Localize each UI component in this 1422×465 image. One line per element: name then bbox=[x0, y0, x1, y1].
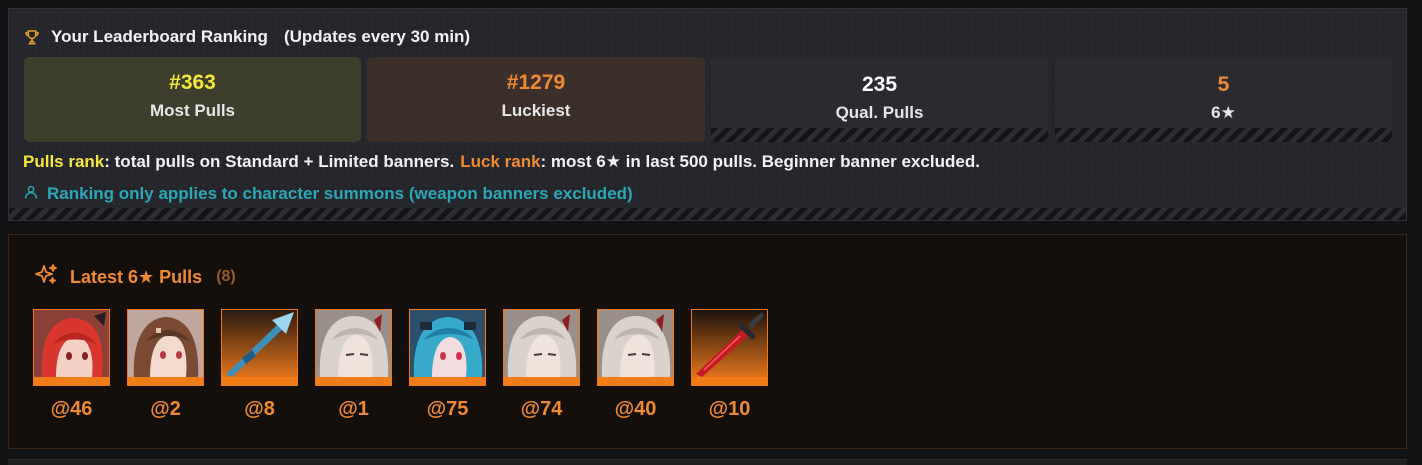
pull-item[interactable]: @75 bbox=[409, 309, 486, 421]
pull-number: @74 bbox=[520, 398, 563, 420]
leaderboard-ranking-panel: Your Leaderboard Ranking (Updates every … bbox=[8, 8, 1407, 221]
luckiest-rank-value: #1279 bbox=[506, 71, 566, 94]
silver-haired-character-portrait[interactable] bbox=[315, 309, 392, 386]
ranking-scope-note: Ranking only applies to character summon… bbox=[23, 183, 633, 205]
pull-number: @8 bbox=[244, 398, 275, 420]
luckiest-rank-card: #1279 Luckiest bbox=[367, 57, 705, 142]
brown-haired-character-portrait[interactable] bbox=[127, 309, 204, 386]
rarity-bar bbox=[222, 377, 297, 385]
pull-item[interactable]: @1 bbox=[315, 309, 392, 421]
ranking-scope-text: Ranking only applies to character summon… bbox=[47, 184, 633, 203]
most-pulls-rank-value: #363 bbox=[169, 71, 216, 94]
card-hatch-decoration bbox=[1055, 128, 1392, 142]
panel-hatch-decoration bbox=[9, 208, 1406, 220]
pull-item[interactable]: @40 bbox=[597, 309, 674, 421]
rarity-bar bbox=[34, 377, 109, 385]
most-pulls-rank-label: Most Pulls bbox=[149, 101, 235, 120]
ranking-title: Your Leaderboard Ranking bbox=[51, 27, 268, 46]
rarity-bar bbox=[598, 377, 673, 385]
pull-item[interactable]: @8 bbox=[221, 309, 298, 421]
latest-pulls-title: Latest 6★ Pulls bbox=[70, 266, 203, 287]
pull-item[interactable]: @2 bbox=[127, 309, 204, 421]
ranking-update-interval: (Updates every 30 min) bbox=[283, 27, 471, 46]
qualified-pulls-value: 235 bbox=[861, 73, 898, 96]
teal-haired-character-portrait[interactable] bbox=[409, 309, 486, 386]
rarity-bar bbox=[128, 377, 203, 385]
sparkles-icon bbox=[34, 263, 58, 292]
pull-number: @2 bbox=[150, 398, 181, 420]
rarity-bar bbox=[410, 377, 485, 385]
pull-number: @46 bbox=[50, 398, 93, 420]
pulls-rank-text: : total pulls on Standard + Limited bann… bbox=[104, 152, 455, 171]
silver-haired-character-portrait[interactable] bbox=[597, 309, 674, 386]
next-section-edge bbox=[8, 459, 1407, 465]
pull-number: @40 bbox=[614, 398, 657, 420]
latest-pulls-panel: Latest 6★ Pulls (8) @46 @2 @8 @1 @75 @74… bbox=[8, 234, 1407, 449]
pull-number: @1 bbox=[338, 398, 369, 420]
rarity-bar bbox=[692, 377, 767, 385]
crimson-sword-weapon[interactable] bbox=[691, 309, 768, 386]
pull-item[interactable]: @74 bbox=[503, 309, 580, 421]
pull-number: @10 bbox=[708, 398, 751, 420]
user-icon bbox=[23, 184, 39, 205]
most-pulls-rank-card: #363 Most Pulls bbox=[24, 57, 361, 142]
qualified-pulls-label: Qual. Pulls bbox=[835, 103, 924, 122]
luckiest-rank-label: Luckiest bbox=[501, 101, 571, 120]
qualified-pulls-card: 235 Qual. Pulls bbox=[711, 57, 1048, 142]
card-hatch-decoration bbox=[711, 128, 1048, 142]
pull-number: @75 bbox=[426, 398, 469, 420]
six-star-count-card: 5 6★ bbox=[1055, 57, 1392, 142]
pull-item[interactable]: @10 bbox=[691, 309, 768, 421]
ranking-description: Pulls rank: total pulls on Standard + Li… bbox=[23, 152, 980, 172]
red-haired-character-portrait[interactable] bbox=[33, 309, 110, 386]
pulls-rank-label: Pulls rank bbox=[23, 152, 105, 171]
latest-pulls-count: (8) bbox=[216, 268, 236, 285]
luck-rank-text: : most 6★ in last 500 pulls. Beginner ba… bbox=[540, 152, 980, 171]
blue-spear-weapon[interactable] bbox=[221, 309, 298, 386]
rarity-bar bbox=[504, 377, 579, 385]
latest-pulls-list: @46 @2 @8 @1 @75 @74 @40 @10 bbox=[33, 309, 768, 421]
six-star-count-value: 5 bbox=[1217, 73, 1230, 96]
silver-haired-character-portrait[interactable] bbox=[503, 309, 580, 386]
ranking-header: Your Leaderboard Ranking (Updates every … bbox=[23, 26, 470, 48]
six-star-count-label: 6★ bbox=[1211, 103, 1236, 122]
latest-pulls-header: Latest 6★ Pulls (8) bbox=[34, 263, 236, 292]
pull-item[interactable]: @46 bbox=[33, 309, 110, 421]
trophy-icon bbox=[23, 28, 41, 46]
luck-rank-label: Luck rank bbox=[460, 152, 541, 171]
rarity-bar bbox=[316, 377, 391, 385]
